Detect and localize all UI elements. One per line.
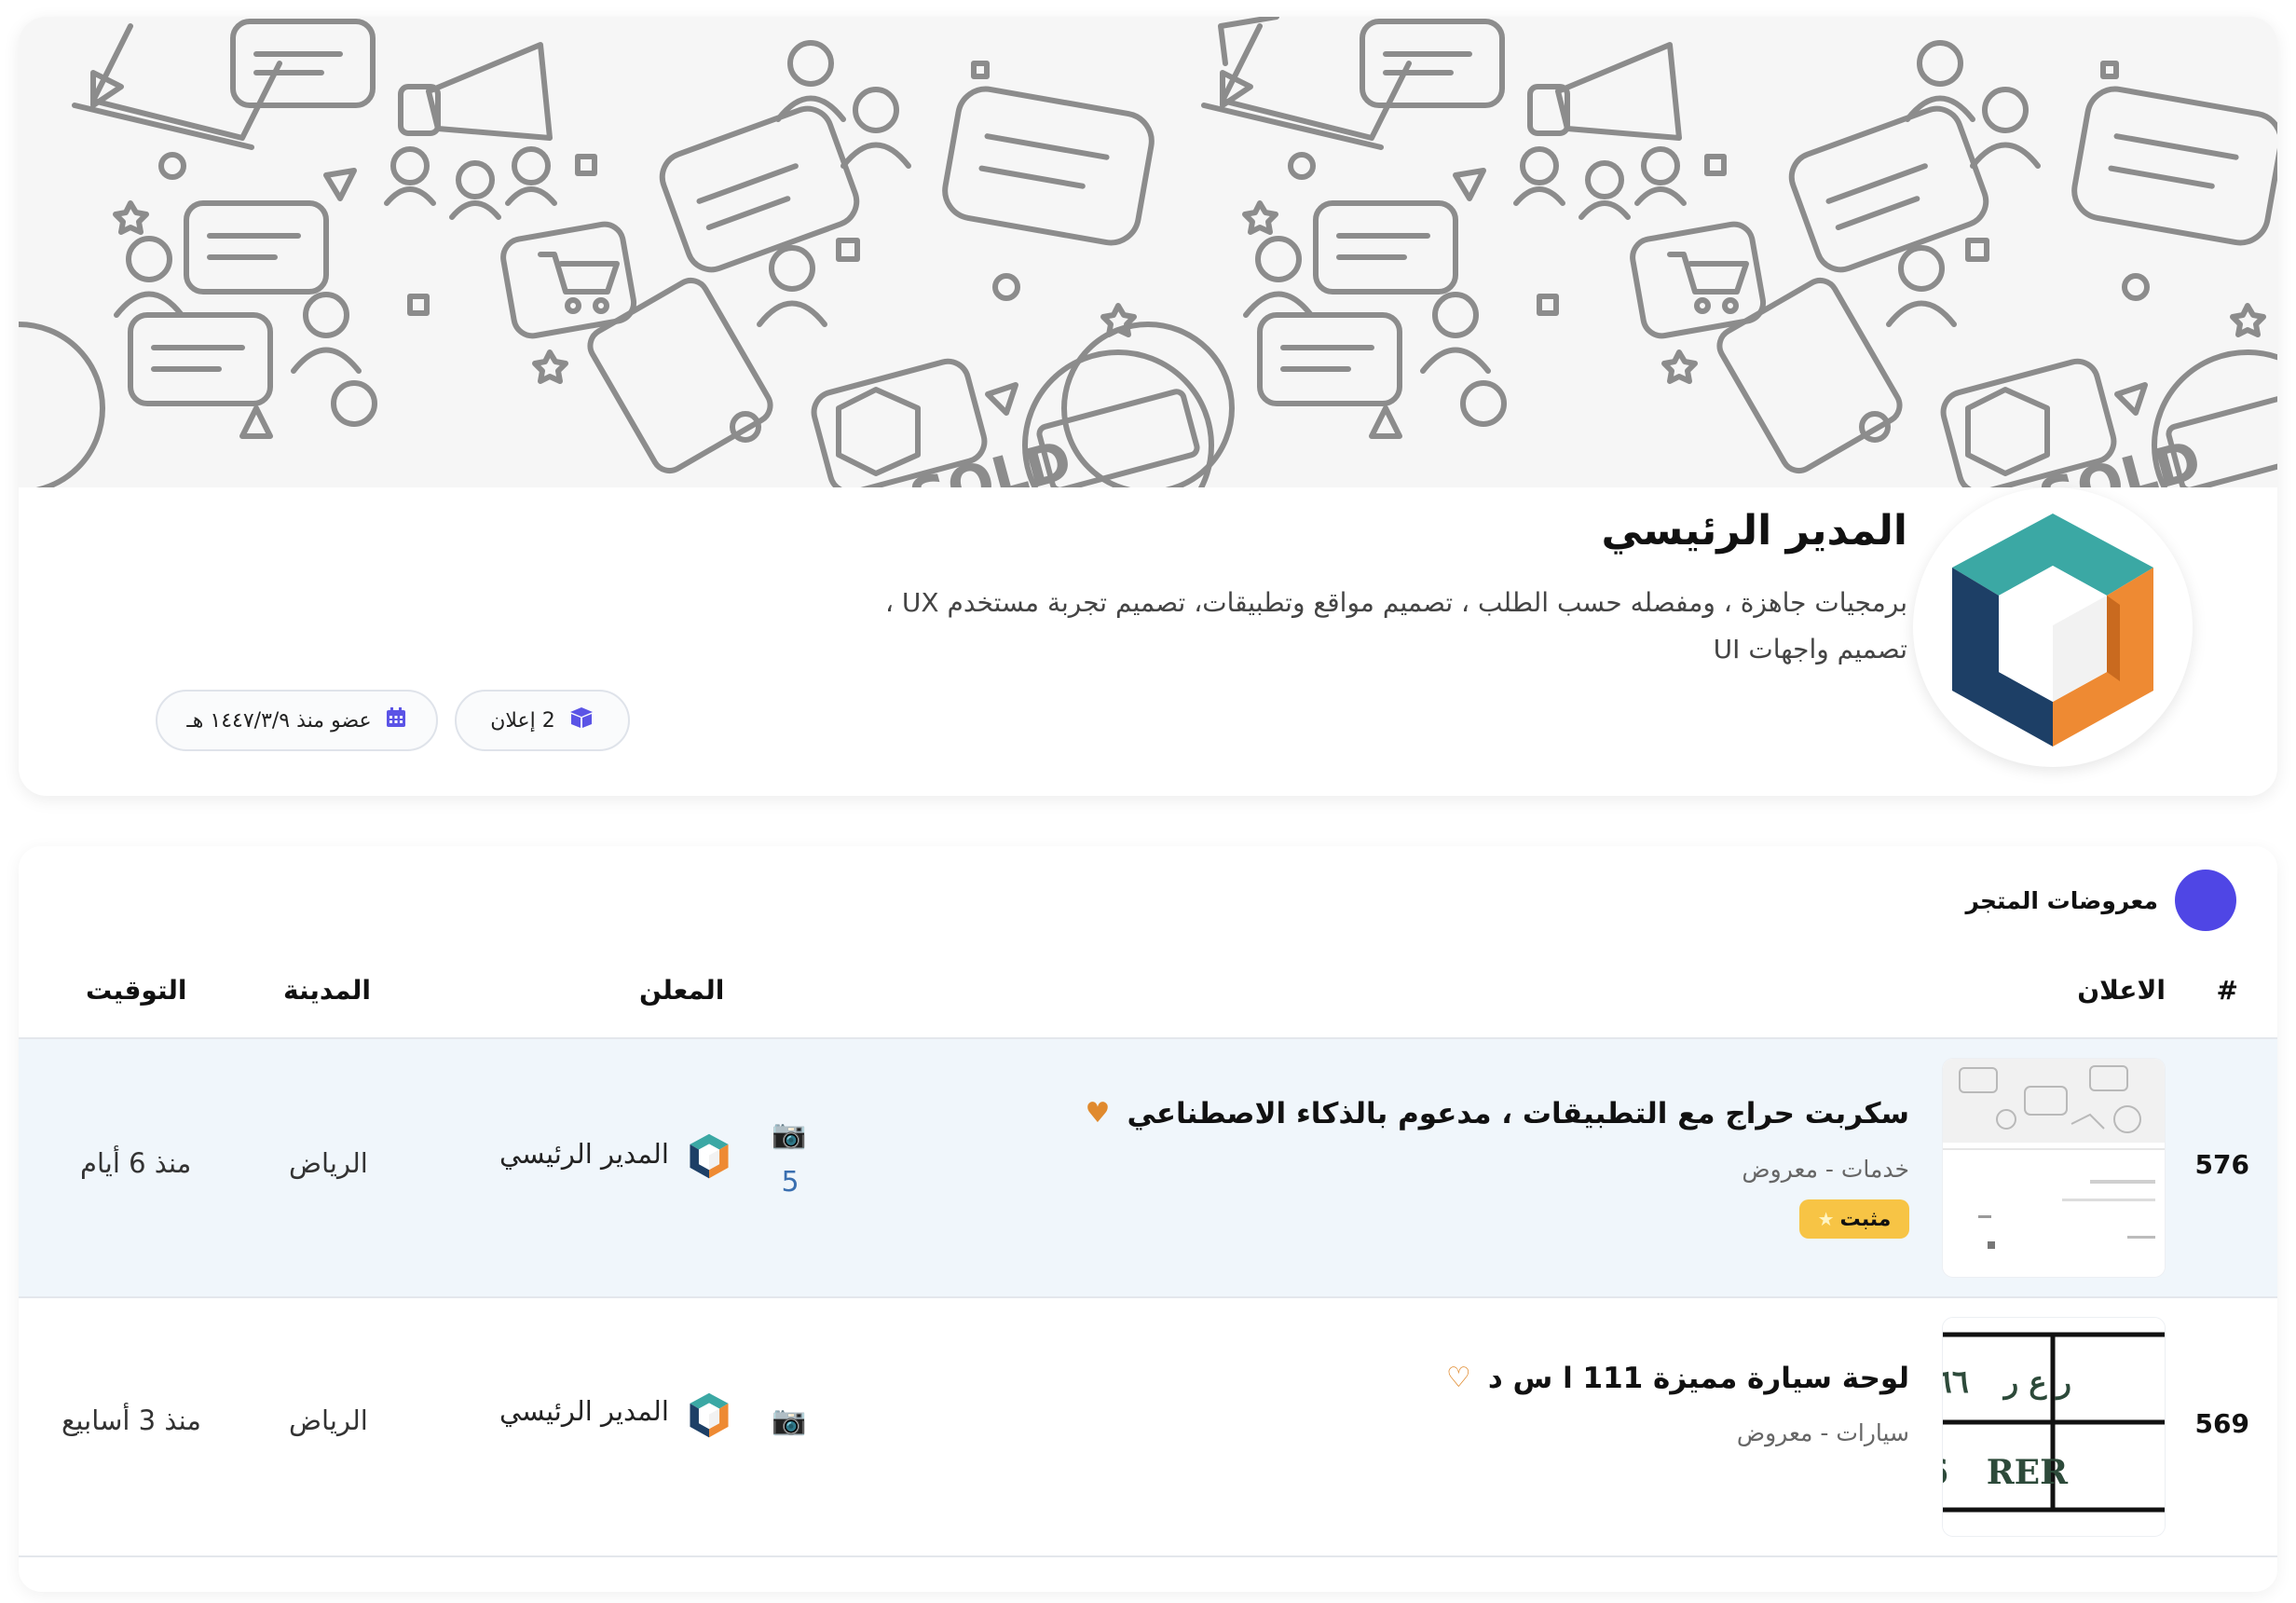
- ad-city: الرياض: [289, 1404, 368, 1436]
- camera-icon: 📷: [772, 1404, 807, 1437]
- ad-time: منذ 3 أسابيع: [62, 1404, 201, 1436]
- ad-title-group[interactable]: سكربت حراج مع التطبيقات ، مدعوم بالذكاء …: [1086, 1097, 1909, 1130]
- column-header-advertiser: المعلن: [639, 975, 725, 1006]
- ad-title[interactable]: سكربت حراج مع التطبيقات ، مدعوم بالذكاء …: [1127, 1097, 1909, 1130]
- member-since-pill: عضو منذ ١٤٤٧/٣/٩ هـ: [156, 690, 438, 751]
- plate-arabic-letters: ر ع ر: [2002, 1364, 2071, 1401]
- table-row[interactable]: 576 سكربت حراج مع التطبيقات ، مدعوم بالذ…: [19, 1039, 2277, 1296]
- store-name: المدير الرئيسي: [1601, 507, 1907, 555]
- store-description: برمجيات جاهزة ، ومفصله حسب الطلب ، تصميم…: [789, 580, 1907, 673]
- store-offers-section: معروضات المتجر # الاعلان المعلن المدينة …: [19, 846, 2277, 1592]
- section-dot-icon: [2175, 870, 2236, 931]
- ad-title[interactable]: لوحة سيارة مميزة 111 ا س د: [1488, 1362, 1909, 1395]
- offers-title: معروضات المتجر: [1965, 886, 2158, 914]
- store-description-line-2: تصميم واجهات UI: [1713, 634, 1907, 664]
- plate-latin-number: 666: [1942, 1453, 1948, 1492]
- cube-logo-icon: [1952, 514, 2153, 747]
- ad-city: الرياض: [289, 1147, 368, 1179]
- heart-outline-icon[interactable]: ♡: [1446, 1364, 1471, 1392]
- calendar-icon: [385, 706, 407, 734]
- ad-category: سيارات - معروض: [1736, 1419, 1909, 1446]
- photo-count: 5: [781, 1166, 800, 1199]
- column-header-time: التوقيت: [86, 975, 187, 1006]
- ad-thumbnail[interactable]: [1942, 1058, 2166, 1278]
- ad-number: 569: [2194, 1408, 2249, 1439]
- heart-filled-icon[interactable]: ♥: [1086, 1100, 1111, 1128]
- offers-header: معروضات المتجر: [1965, 870, 2236, 931]
- ad-category: خدمات - معروض: [1742, 1156, 1909, 1183]
- ad-thumbnail[interactable]: ٦٦٦ ر ع ر 666 RER: [1942, 1317, 2166, 1537]
- plate-latin-letters: RER: [1987, 1453, 2069, 1492]
- star-icon: ★: [1817, 1208, 1835, 1230]
- column-header-number: #: [2216, 975, 2238, 1006]
- advertiser-logo-icon[interactable]: [684, 1129, 734, 1183]
- store-description-line-1: برمجيات جاهزة ، ومفصله حسب الطلب ، تصميم…: [884, 587, 1907, 618]
- cover-image: SOLD: [19, 17, 2277, 487]
- column-header-ad: الاعلان: [2077, 975, 2166, 1006]
- ad-time: منذ 6 أيام: [80, 1147, 192, 1179]
- ad-number: 576: [2194, 1149, 2249, 1180]
- ad-title-group[interactable]: لوحة سيارة مميزة 111 ا س د ♡: [1446, 1362, 1909, 1395]
- advertiser-name[interactable]: المدير الرئيسي: [499, 1138, 669, 1170]
- pinned-label: مثبت: [1839, 1207, 1892, 1231]
- store-page: SOLD المدير الرئيسي برمجيات جاهزة ، ومفص…: [0, 0, 2296, 1603]
- camera-icon: 📷: [772, 1118, 807, 1151]
- pinned-badge: مثبت ★: [1799, 1199, 1909, 1239]
- row-divider: [19, 1555, 2277, 1557]
- advertiser-logo-icon[interactable]: [684, 1388, 734, 1442]
- store-profile-card: SOLD المدير الرئيسي برمجيات جاهزة ، ومفص…: [19, 17, 2277, 796]
- column-header-city: المدينة: [283, 975, 371, 1006]
- member-since-label: عضو منذ ١٤٤٧/٣/٩ هـ: [186, 708, 372, 733]
- plate-arabic-number: ٦٦٦: [1942, 1363, 1969, 1401]
- ads-count-pill: 2 إعلان: [455, 690, 630, 751]
- store-avatar[interactable]: [1913, 487, 2193, 767]
- box-icon: [568, 706, 594, 734]
- table-row[interactable]: 569 ٦٦٦ ر ع ر 666 RER لوحة: [19, 1298, 2277, 1555]
- advertiser-name[interactable]: المدير الرئيسي: [499, 1395, 669, 1427]
- ads-count-label: 2 إعلان: [490, 708, 555, 733]
